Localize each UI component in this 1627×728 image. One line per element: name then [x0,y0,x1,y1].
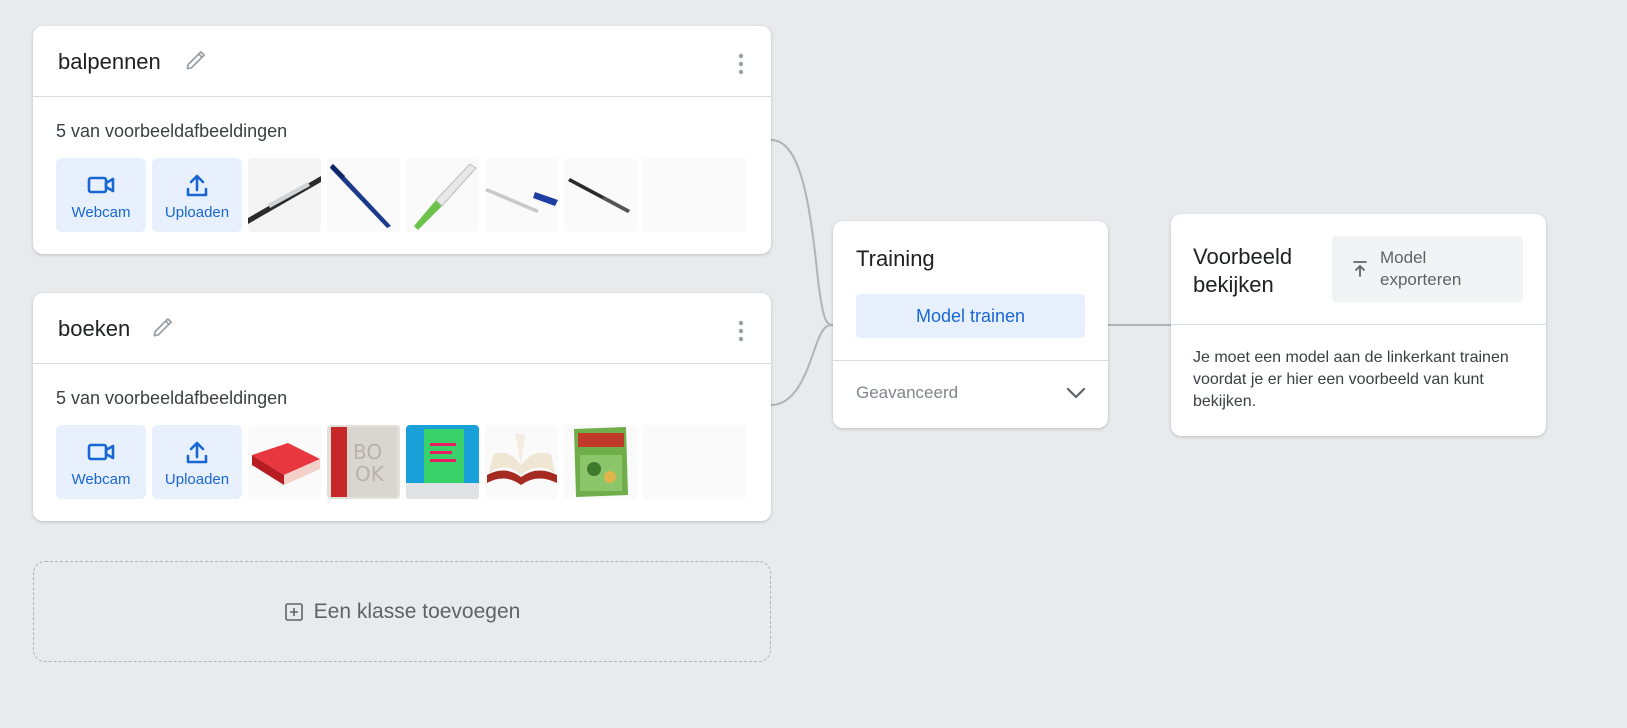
pen-image-icon [485,158,558,232]
divider [1171,324,1546,325]
thumbnail-strip-end [643,158,746,232]
svg-text:OK: OK [355,462,385,486]
samples-count-label: 5 van voorbeeldafbeeldingen [56,121,288,141]
preview-title: Voorbeeld bekijken [1193,244,1293,297]
edit-pencil-icon[interactable] [183,47,209,73]
pen-image-icon [248,158,321,232]
export-upload-icon [1353,261,1367,277]
sample-thumbnail[interactable]: BO OK [327,425,400,499]
sample-thumbnail[interactable] [248,158,321,232]
sample-row: Webcam Uploaden BO OK [56,425,746,499]
class-card-boeken: boeken 5 van voorbeeldafbeeldingen Webca… [33,293,771,521]
sample-thumbnail[interactable] [406,158,479,232]
training-title: Training [856,246,935,271]
webcam-label: Webcam [71,203,131,221]
preview-card: Voorbeeld bekijken Model exporteren Je m… [1171,214,1546,436]
pen-image-icon [406,158,479,232]
sample-thumbnail[interactable] [406,425,479,499]
book-image-icon: BO OK [327,425,400,499]
more-vert-icon[interactable] [737,52,745,76]
upload-icon [186,174,208,196]
class-card-balpennen: balpennen 5 van voorbeeldafbeeldingen We… [33,26,771,254]
edit-pencil-icon[interactable] [150,314,176,340]
sample-thumbnail[interactable] [485,158,558,232]
divider [833,360,1108,361]
videocam-icon [87,176,115,193]
pen-image-icon [564,158,637,232]
upload-button[interactable]: Uploaden [152,425,242,499]
advanced-label: Geavanceerd [856,383,959,402]
sample-thumbnail[interactable] [327,158,400,232]
samples-count-label: 5 van voorbeeldafbeeldingen [56,388,288,408]
sample-thumbnail[interactable] [564,158,637,232]
sample-thumbnail[interactable] [564,425,637,499]
more-vert-icon[interactable] [737,319,745,343]
sample-thumbnail[interactable] [485,425,558,499]
add-class-button[interactable]: Een klasse toevoegen [33,561,771,662]
upload-label: Uploaden [164,470,230,488]
pen-image-icon [327,158,400,232]
book-image-icon [485,425,558,499]
webcam-button[interactable]: Webcam [56,425,146,499]
videocam-icon [87,443,115,460]
upload-button[interactable]: Uploaden [152,158,242,232]
class-name[interactable]: boeken [58,316,130,342]
class-header: balpennen [33,26,771,97]
class-name[interactable]: balpennen [58,49,161,75]
add-box-icon [284,602,303,621]
preview-message: Je moet een model aan de linkerkant trai… [1193,349,1509,410]
training-card: Training Model trainen Geavanceerd [833,221,1108,428]
svg-text:BO: BO [353,440,382,464]
upload-label: Uploaden [164,203,230,221]
train-model-button[interactable]: Model trainen [856,294,1085,338]
chevron-down-icon [1066,387,1086,399]
export-label: Model exporteren [1380,248,1462,289]
book-image-icon [564,425,637,499]
thumbnail-strip-end [643,425,746,499]
sample-thumbnail[interactable] [248,425,321,499]
webcam-button[interactable]: Webcam [56,158,146,232]
webcam-label: Webcam [71,470,131,488]
export-model-button[interactable]: Model exporteren [1332,236,1523,302]
book-image-icon [406,425,479,499]
add-class-label: Een klasse toevoegen [313,599,521,623]
upload-icon [186,441,208,463]
sample-row: Webcam Uploaden [56,158,746,232]
book-image-icon [248,425,321,499]
advanced-toggle[interactable]: Geavanceerd [856,371,1088,415]
class-header: boeken [33,293,771,364]
